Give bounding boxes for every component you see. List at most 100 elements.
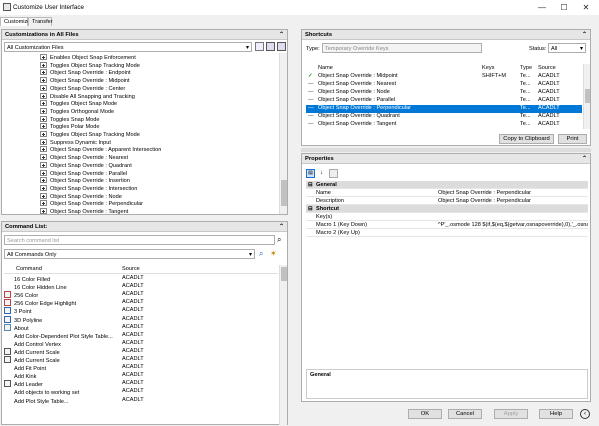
- collapse-icon[interactable]: ⌃: [279, 223, 284, 230]
- tree-item[interactable]: Object Snap Override : Nearest: [40, 154, 128, 162]
- command-row[interactable]: Add Current Scale ACADLT: [4, 356, 278, 364]
- new-command-icon[interactable]: ✶: [270, 249, 277, 258]
- category-shortcut[interactable]: ⊟ Shortcut: [306, 205, 588, 213]
- command-row[interactable]: Add Kink ACADLT: [4, 372, 278, 380]
- command-row[interactable]: Add Current Scale ACADLT: [4, 347, 278, 356]
- status-select[interactable]: All ▾: [548, 43, 586, 53]
- column-type[interactable]: Type: [520, 65, 532, 71]
- shortcut-row[interactable]: — Object Snap Override : Parallel Te... ACA…: [306, 97, 582, 105]
- shortcut-row[interactable]: ✓ Object Snap Override : Midpoint SHIFT+M T…: [306, 73, 582, 81]
- expand-icon[interactable]: [40, 154, 47, 161]
- tree-item[interactable]: Object Snap Override : Tangent: [40, 208, 128, 214]
- command-row[interactable]: Add Fit Point ACADLT: [4, 364, 278, 372]
- tree-item[interactable]: Toggles Orthogonal Mode: [40, 107, 114, 116]
- save-icon[interactable]: [266, 42, 275, 51]
- tab-customize[interactable]: Customize: [0, 17, 30, 26]
- expand-icon[interactable]: [40, 131, 47, 137]
- expand-icon[interactable]: [40, 61, 47, 68]
- tree-item[interactable]: Toggles Snap Mode: [40, 115, 99, 124]
- shortcut-row[interactable]: — Object Snap Override : Node Te... ACADLT: [306, 89, 582, 97]
- collapse-dialog-icon[interactable]: ‹: [580, 409, 590, 419]
- command-row[interactable]: Add Control Vertex ACADLT: [4, 340, 278, 348]
- macro1-value[interactable]: ^P'_.osmode 128 $(if,$(eq,$(getvar,osnap…: [438, 222, 588, 228]
- splitter-handle[interactable]: [301, 148, 591, 152]
- command-search-input[interactable]: Search command list: [4, 235, 275, 245]
- expand-icon[interactable]: [40, 100, 47, 107]
- ok-button[interactable]: OK: [408, 409, 442, 419]
- expand-icon[interactable]: [40, 115, 47, 122]
- tree-scrollbar[interactable]: [279, 53, 287, 214]
- shortcut-row[interactable]: — Object Snap Override : Quadrant Te... ACA…: [306, 113, 582, 121]
- expand-icon[interactable]: [40, 192, 47, 199]
- column-source[interactable]: Source: [538, 65, 556, 71]
- tree-item[interactable]: Object Snap Override : Apparent Intersec…: [40, 146, 161, 154]
- command-row[interactable]: 256 Color Edge Highlight ACADLT: [4, 299, 278, 307]
- tree-item[interactable]: Object Snap Override : Insertion: [40, 177, 130, 185]
- command-row[interactable]: Add objects to working set ACADLT: [4, 388, 278, 396]
- apply-button[interactable]: Apply: [494, 409, 528, 419]
- expand-icon[interactable]: [40, 161, 47, 168]
- shortcut-row[interactable]: — Object Snap Override : Nearest Te... ACAD…: [306, 81, 582, 89]
- help-button[interactable]: Help: [539, 409, 573, 419]
- expand-icon[interactable]: [40, 123, 47, 130]
- expand-icon[interactable]: [40, 169, 47, 176]
- command-row[interactable]: 16 Color Filled ACADLT: [4, 275, 278, 283]
- tree-item[interactable]: Toggles Object Snap Mode: [40, 100, 117, 108]
- command-row[interactable]: 256 Color ACADLT: [4, 291, 278, 299]
- command-scrollbar[interactable]: [279, 265, 287, 425]
- tree-item[interactable]: Object Snap Override : Intersection: [40, 184, 137, 193]
- command-row[interactable]: Add Color-Dependent Plot Style Table... A…: [4, 332, 278, 340]
- tree-item[interactable]: Disable All Snapping and Tracking: [40, 92, 135, 101]
- expand-icon[interactable]: [40, 177, 47, 184]
- expand-icon[interactable]: [40, 77, 47, 84]
- maximize-button[interactable]: ☐: [553, 0, 575, 15]
- save-all-icon[interactable]: [277, 42, 286, 51]
- sort-az-icon[interactable]: ↓: [317, 169, 326, 178]
- tree-item[interactable]: Object Snap Override : Perpendicular: [40, 200, 143, 208]
- command-filter-select[interactable]: All Commands Only ▾: [4, 249, 255, 259]
- search-icon[interactable]: ⌕: [277, 235, 281, 245]
- open-file-icon[interactable]: [255, 42, 264, 51]
- command-row[interactable]: 3D Polyline ACADLT: [4, 315, 278, 324]
- expand-icon[interactable]: [40, 184, 47, 191]
- customization-files-select[interactable]: All Customization Files ▾: [4, 42, 252, 52]
- command-scroll-thumb[interactable]: [281, 267, 287, 281]
- category-general[interactable]: ⊟ General: [306, 181, 588, 189]
- shortcuts-scrollbar[interactable]: [583, 64, 590, 129]
- tree-item[interactable]: Object Snap Override : Parallel: [40, 169, 127, 178]
- shortcut-row[interactable]: — Object Snap Override : Tangent Te... ACAD…: [306, 121, 582, 129]
- tree-scroll-thumb[interactable]: [281, 180, 287, 206]
- expand-icon[interactable]: [40, 146, 47, 153]
- command-row[interactable]: 16 Color Hidden Line ACADLT: [4, 283, 278, 291]
- tree-item[interactable]: Toggles Polar Mode: [40, 123, 99, 131]
- name-value[interactable]: Object Snap Override : Perpendicular: [438, 190, 531, 196]
- print-button[interactable]: Print: [558, 134, 587, 144]
- command-row[interactable]: Add Plot Style Table... ACADLT: [4, 397, 278, 405]
- close-button[interactable]: ✕: [575, 0, 597, 15]
- command-row[interactable]: About ACADLT: [4, 323, 278, 332]
- categorized-icon[interactable]: ▤: [306, 169, 315, 178]
- column-source[interactable]: Source: [122, 266, 140, 272]
- tree-item[interactable]: Object Snap Override : Node: [40, 192, 122, 201]
- column-name[interactable]: Name: [318, 65, 333, 71]
- minimize-button[interactable]: —: [531, 0, 553, 15]
- shortcut-row[interactable]: — Object Snap Override : Perpendicular Te.…: [306, 105, 582, 113]
- tree-item[interactable]: Enables Object Snap Enforcement: [40, 54, 136, 62]
- tree-item[interactable]: Object Snap Override : Center: [40, 84, 125, 93]
- expand-icon[interactable]: [40, 84, 47, 91]
- tree-item[interactable]: Object Snap Override : Quadrant: [40, 161, 132, 170]
- cancel-button[interactable]: Cancel: [448, 409, 482, 419]
- expand-icon[interactable]: [40, 208, 47, 214]
- expand-icon[interactable]: [40, 107, 47, 114]
- expand-icon[interactable]: [40, 92, 47, 99]
- description-value[interactable]: Object Snap Override : Perpendicular: [438, 198, 531, 204]
- expand-icon[interactable]: [40, 69, 47, 76]
- expand-icon[interactable]: [40, 138, 47, 145]
- tree-item[interactable]: Object Snap Override : Midpoint: [40, 77, 130, 85]
- tab-transfer[interactable]: Transfer: [28, 17, 53, 26]
- copy-to-clipboard-button[interactable]: Copy to Clipboard: [499, 134, 554, 144]
- tree-item[interactable]: Toggles Object Snap Tracking Mode: [40, 131, 140, 139]
- collapse-icon[interactable]: ⌃: [582, 155, 587, 162]
- column-keys[interactable]: Keys: [482, 65, 494, 71]
- expand-icon[interactable]: [40, 54, 47, 60]
